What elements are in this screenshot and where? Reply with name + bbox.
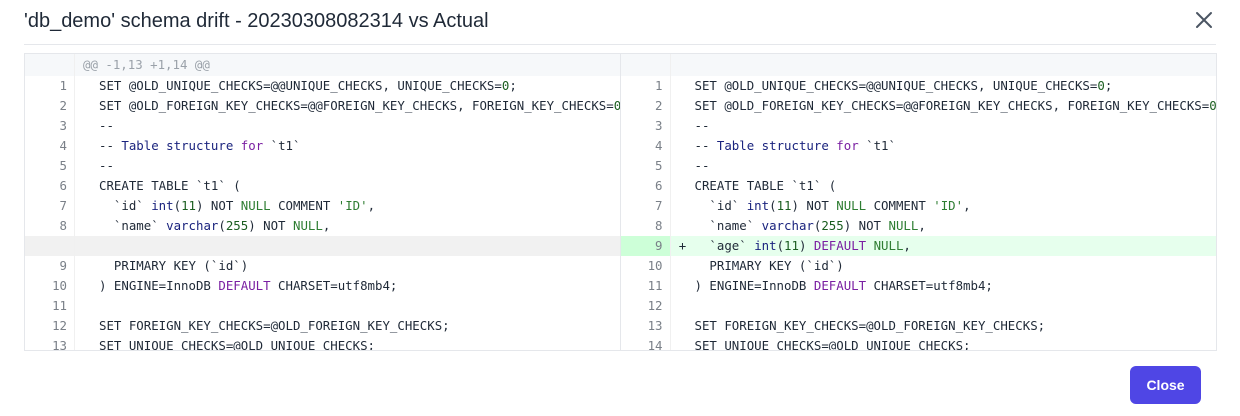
code-text: `id` int(11) NOT NULL COMMENT 'ID', — [99, 198, 376, 213]
line-number: 7 — [25, 196, 75, 216]
diff-line: 13 SET UNIQUE_CHECKS=@OLD_UNIQUE_CHECKS; — [25, 336, 620, 350]
line-number: 3 — [25, 116, 75, 136]
diff-line: 11 — [25, 296, 620, 316]
diff-marker: + — [678, 238, 687, 253]
line-number: 3 — [621, 116, 671, 136]
close-icon[interactable] — [1192, 8, 1216, 32]
line-number: 6 — [621, 176, 671, 196]
dialog-header: 'db_demo' schema drift - 20230308082314 … — [24, 0, 1216, 45]
line-number: 2 — [25, 96, 75, 116]
diff-line: 1 SET @OLD_UNIQUE_CHECKS=@@UNIQUE_CHECKS,… — [25, 76, 620, 96]
code-text: SET @OLD_UNIQUE_CHECKS=@@UNIQUE_CHECKS, … — [99, 78, 517, 93]
diff-line: 12 SET FOREIGN_KEY_CHECKS=@OLD_FOREIGN_KE… — [25, 316, 620, 336]
line-number: 9 — [620, 236, 671, 256]
diff-line: 10 PRIMARY KEY (`id`) — [621, 256, 1217, 276]
code-text: -- Table structure for `t1` — [694, 138, 896, 153]
diff-line: 2 SET @OLD_FOREIGN_KEY_CHECKS=@@FOREIGN_K… — [25, 96, 620, 116]
code-text: `id` int(11) NOT NULL COMMENT 'ID', — [694, 198, 971, 213]
code-text: SET FOREIGN_KEY_CHECKS=@OLD_FOREIGN_KEY_… — [694, 318, 1046, 333]
line-number: 1 — [621, 76, 671, 96]
diff-line: 4 -- Table structure for `t1` — [621, 136, 1217, 156]
diff-pane-right: 1 SET @OLD_UNIQUE_CHECKS=@@UNIQUE_CHECKS,… — [620, 54, 1217, 350]
code-text: ) ENGINE=InnoDB DEFAULT CHARSET=utf8mb4; — [694, 278, 993, 293]
diff-line: 3 -- — [621, 116, 1217, 136]
close-button[interactable]: Close — [1130, 366, 1201, 404]
code-text: SET @OLD_FOREIGN_KEY_CHECKS=@@FOREIGN_KE… — [99, 98, 620, 113]
code-text: -- Table structure for `t1` — [99, 138, 301, 153]
diff-line: 4 -- Table structure for `t1` — [25, 136, 620, 156]
diff-line: 12 — [621, 296, 1217, 316]
line-number: 8 — [621, 216, 671, 236]
diff-hunk-header: @@ -1,13 +1,14 @@ — [25, 54, 620, 76]
hunk-header-text: @@ -1,13 +1,14 @@ — [83, 57, 210, 72]
diff-line: 13 SET FOREIGN_KEY_CHECKS=@OLD_FOREIGN_KE… — [621, 316, 1217, 336]
line-number: 4 — [621, 136, 671, 156]
line-number: 5 — [621, 156, 671, 176]
diff-line: 3 -- — [25, 116, 620, 136]
code-text: CREATE TABLE `t1` ( — [694, 178, 837, 193]
diff-line: 6 CREATE TABLE `t1` ( — [621, 176, 1217, 196]
diff-hunk-header — [620, 54, 1216, 76]
code-text: -- — [694, 118, 710, 133]
diff-line: 10 ) ENGINE=InnoDB DEFAULT CHARSET=utf8mb… — [25, 276, 620, 296]
diff-pane-left: @@ -1,13 +1,14 @@ 1 SET @OLD_UNIQUE_CHECKS… — [25, 54, 621, 350]
line-number: 13 — [621, 316, 671, 336]
code-text: PRIMARY KEY (`id`) — [99, 258, 249, 273]
code-text: SET @OLD_FOREIGN_KEY_CHECKS=@@FOREIGN_KE… — [694, 98, 1217, 113]
line-number: 13 — [25, 336, 75, 350]
line-number: 6 — [25, 176, 75, 196]
line-number: 14 — [621, 336, 671, 350]
close-icon-glyph — [1196, 12, 1212, 28]
diff-line: 5 -- — [25, 156, 620, 176]
code-text: -- — [99, 118, 114, 133]
line-number: 10 — [621, 256, 671, 276]
diff-line: 9 PRIMARY KEY (`id`) — [25, 256, 620, 276]
diff-line: 6 CREATE TABLE `t1` ( — [25, 176, 620, 196]
line-number: 11 — [25, 296, 75, 316]
code-text: `name` varchar(255) NOT NULL, — [99, 218, 331, 233]
line-number: 8 — [25, 216, 75, 236]
line-number: 7 — [621, 196, 671, 216]
diff-line: 8 `name` varchar(255) NOT NULL, — [621, 216, 1217, 236]
diff-line: 1 SET @OLD_UNIQUE_CHECKS=@@UNIQUE_CHECKS,… — [621, 76, 1217, 96]
line-number: 11 — [621, 276, 671, 296]
code-text: -- — [694, 158, 710, 173]
diff-line: 14 SET UNIQUE_CHECKS=@OLD_UNIQUE_CHECKS; — [621, 336, 1217, 350]
diff-line: 7 `id` int(11) NOT NULL COMMENT 'ID', — [25, 196, 620, 216]
code-text: SET FOREIGN_KEY_CHECKS=@OLD_FOREIGN_KEY_… — [99, 318, 450, 333]
code-text: `age` int(11) DEFAULT NULL, — [694, 238, 911, 253]
line-number: 10 — [25, 276, 75, 296]
line-number — [25, 236, 75, 256]
diff-line: 8 `name` varchar(255) NOT NULL, — [25, 216, 620, 236]
diff-line-placeholder — [25, 236, 620, 256]
line-number: 12 — [25, 316, 75, 336]
line-number: 2 — [621, 96, 671, 116]
code-text: -- — [99, 158, 114, 173]
line-number: 9 — [25, 256, 75, 276]
code-text: `name` varchar(255) NOT NULL, — [694, 218, 926, 233]
code-text: ) ENGINE=InnoDB DEFAULT CHARSET=utf8mb4; — [99, 278, 398, 293]
line-gutter — [620, 54, 671, 76]
line-number: 1 — [25, 76, 75, 96]
code-text: SET UNIQUE_CHECKS=@OLD_UNIQUE_CHECKS; — [99, 338, 376, 350]
code-text: CREATE TABLE `t1` ( — [99, 178, 241, 193]
diff-line-added: 9 + `age` int(11) DEFAULT NULL, — [620, 236, 1216, 256]
code-text: SET UNIQUE_CHECKS=@OLD_UNIQUE_CHECKS; — [694, 338, 971, 350]
code-text: PRIMARY KEY (`id`) — [694, 258, 844, 273]
diff-viewer: @@ -1,13 +1,14 @@ 1 SET @OLD_UNIQUE_CHECKS… — [24, 53, 1217, 351]
line-gutter — [25, 54, 75, 76]
diff-line: 7 `id` int(11) NOT NULL COMMENT 'ID', — [621, 196, 1217, 216]
dialog-title: 'db_demo' schema drift - 20230308082314 … — [24, 10, 489, 32]
diff-line: 5 -- — [621, 156, 1217, 176]
diff-line: 11 ) ENGINE=InnoDB DEFAULT CHARSET=utf8mb… — [621, 276, 1217, 296]
line-number: 12 — [621, 296, 671, 316]
line-number: 5 — [25, 156, 75, 176]
code-text: SET @OLD_UNIQUE_CHECKS=@@UNIQUE_CHECKS, … — [694, 78, 1113, 93]
line-number: 4 — [25, 136, 75, 156]
diff-line: 2 SET @OLD_FOREIGN_KEY_CHECKS=@@FOREIGN_K… — [621, 96, 1217, 116]
